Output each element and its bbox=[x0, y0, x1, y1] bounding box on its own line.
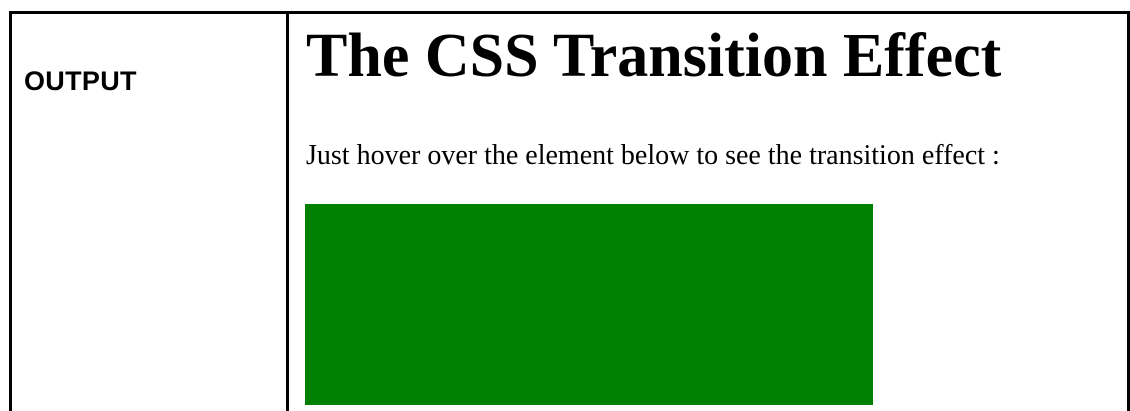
instruction-text: Just hover over the element below to see… bbox=[306, 140, 1000, 171]
transition-demo-box[interactable] bbox=[305, 204, 873, 405]
page-heading: The CSS Transition Effect bbox=[306, 22, 1002, 90]
output-label: OUTPUT bbox=[24, 66, 137, 96]
column-divider bbox=[286, 11, 289, 411]
